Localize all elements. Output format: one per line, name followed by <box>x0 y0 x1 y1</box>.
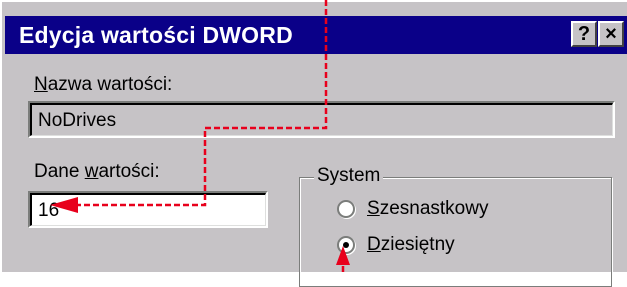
dword-edit-dialog: Edycja wartości DWORD ? × Nazwa wartości… <box>0 0 627 287</box>
value-name-text: NoDrives <box>38 110 117 131</box>
radio-decimal[interactable] <box>337 236 355 254</box>
value-data-input[interactable]: 16 <box>28 191 268 228</box>
help-button[interactable]: ? <box>571 21 597 47</box>
value-name-label: Nazwa wartości: <box>34 74 173 95</box>
radio-decimal-label[interactable]: Dziesiętny <box>367 233 455 257</box>
value-data-text: 16 <box>38 200 60 221</box>
value-name-field[interactable]: NoDrives <box>28 101 615 138</box>
dialog-title: Edycja wartości DWORD <box>19 22 293 48</box>
radio-selected-dot <box>343 242 349 248</box>
close-button[interactable]: × <box>598 21 624 47</box>
radio-hexadecimal-label[interactable]: Szesnastkowy <box>367 197 488 221</box>
radio-hexadecimal[interactable] <box>337 200 355 218</box>
system-group-label: System <box>314 164 384 188</box>
value-data-label: Dane wartości: <box>34 161 160 182</box>
system-groupbox <box>299 177 612 287</box>
title-bar[interactable]: Edycja wartości DWORD ? × <box>5 16 627 54</box>
